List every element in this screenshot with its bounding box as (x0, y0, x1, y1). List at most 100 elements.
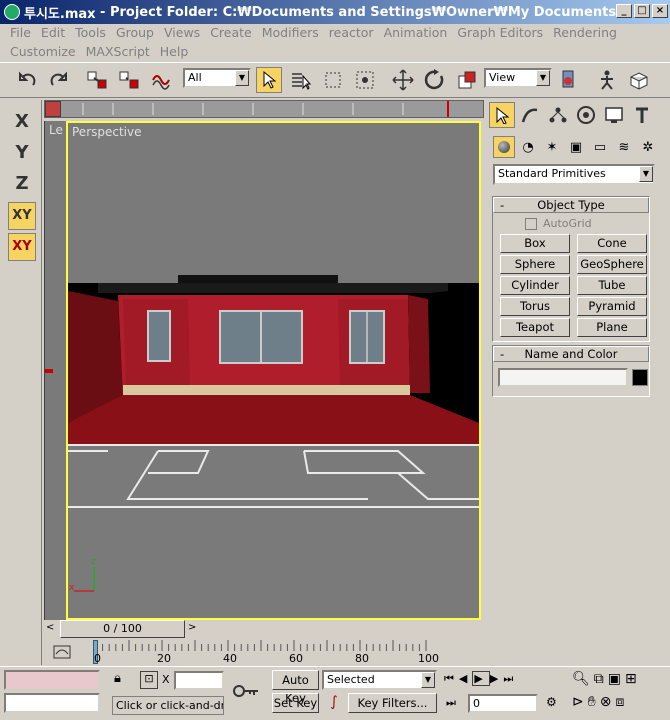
space-warps-category-icon[interactable]: ≋ (613, 136, 635, 158)
absolute-mode-icon[interactable]: ⊡ (140, 671, 158, 689)
mirror-icon[interactable] (594, 67, 620, 93)
menu-group[interactable]: Group (112, 24, 160, 42)
app-icon[interactable] (4, 4, 20, 20)
align-icon[interactable] (626, 67, 652, 93)
object-name-field[interactable] (498, 368, 628, 387)
minimize-button[interactable]: _ (616, 4, 632, 18)
name-and-color-header[interactable]: - Name and Color (493, 346, 649, 362)
sphere-button[interactable]: Sphere (500, 255, 570, 274)
maximize-viewport-icon[interactable]: ⧈ (615, 694, 628, 710)
object-category-dropdown[interactable]: Standard Primitives ▼ (493, 164, 655, 185)
lock-icon[interactable]: 🔒︎ (114, 671, 130, 689)
select-object-icon[interactable] (256, 67, 282, 93)
systems-category-icon[interactable]: ✲ (637, 136, 659, 158)
maximize-button[interactable]: □ (634, 4, 650, 18)
menu-maxscript[interactable]: MAXScript (82, 43, 156, 61)
object-color-swatch[interactable] (632, 369, 648, 386)
set-key-icon[interactable] (232, 681, 260, 701)
menu-rendering[interactable]: Rendering (549, 24, 623, 42)
chevron-down-icon[interactable]: ▼ (235, 70, 249, 86)
pivot-point-center-icon[interactable] (556, 67, 582, 93)
constrain-y-button[interactable]: Y (8, 139, 36, 167)
key-mode-toggle-icon[interactable]: ⏭︎ (446, 696, 456, 710)
window-crossing-icon[interactable] (352, 67, 378, 93)
zoom-extents-icon[interactable]: ▣ (608, 671, 625, 687)
helpers-category-icon[interactable]: ▭ (589, 136, 611, 158)
curve-editor-icon[interactable] (52, 644, 74, 660)
undo-icon[interactable] (14, 67, 40, 93)
torus-button[interactable]: Torus (500, 297, 570, 316)
menu-animation[interactable]: Animation (380, 24, 454, 42)
previous-frame-icon[interactable]: ◀︎ (459, 672, 472, 685)
constrain-xy-plane-button[interactable]: XY (8, 233, 36, 261)
menu-tools[interactable]: Tools (71, 24, 112, 42)
rectangular-selection-icon[interactable] (320, 67, 346, 93)
perspective-viewport[interactable]: z x Perspective (66, 121, 481, 620)
key-tangent-icon[interactable]: ∫ (324, 694, 344, 714)
teapot-button[interactable]: Teapot (500, 318, 570, 337)
menu-reactor[interactable]: reactor (325, 24, 380, 42)
select-and-rotate-icon[interactable] (422, 67, 448, 93)
tube-button[interactable]: Tube (577, 276, 647, 295)
menu-customize[interactable]: Customize (6, 43, 82, 61)
constrain-xy-button[interactable]: XY (8, 202, 36, 230)
pan-icon[interactable]: ✋︎ (588, 694, 600, 710)
zoom-extents-all-icon[interactable]: ⊞ (625, 671, 641, 687)
select-by-name-icon[interactable] (288, 67, 314, 93)
unlink-selection-icon[interactable] (116, 67, 142, 93)
close-button[interactable]: × (652, 4, 668, 18)
go-to-start-icon[interactable]: ⏮︎ (444, 672, 459, 685)
bind-to-space-warp-icon[interactable] (148, 67, 174, 93)
time-prev-icon[interactable]: < (46, 622, 54, 633)
cone-button[interactable]: Cone (577, 234, 647, 253)
menu-create[interactable]: Create (206, 24, 258, 42)
current-frame-field[interactable]: 0 (468, 694, 538, 713)
geosphere-button[interactable]: GeoSphere (577, 255, 647, 274)
shapes-category-icon[interactable]: ◔ (517, 136, 539, 158)
left-viewport[interactable]: Le (44, 121, 66, 620)
display-tab-icon[interactable] (601, 102, 627, 128)
chevron-down-icon[interactable]: ▼ (421, 672, 435, 688)
redo-icon[interactable] (46, 67, 72, 93)
coord-x-field[interactable] (174, 671, 224, 690)
modify-tab-icon[interactable] (517, 102, 543, 128)
next-frame-icon[interactable]: ▶︎ (490, 672, 503, 685)
key-filters-button[interactable]: Key Filters... (348, 693, 437, 713)
maxscript-output-mini[interactable] (4, 693, 100, 713)
cylinder-button[interactable]: Cylinder (500, 276, 570, 295)
plane-button[interactable]: Plane (577, 318, 647, 337)
menu-graph-editors[interactable]: Graph Editors (453, 24, 549, 42)
play-icon[interactable]: ▶︎ (472, 671, 490, 686)
select-and-move-icon[interactable] (390, 67, 416, 93)
constrain-z-button[interactable]: Z (8, 170, 36, 198)
cameras-category-icon[interactable]: ▣ (565, 136, 587, 158)
field-of-view-icon[interactable]: ⊳ (572, 694, 588, 710)
zoom-icon[interactable]: 🔍︎ (572, 671, 594, 687)
object-type-header[interactable]: - Object Type (493, 197, 649, 213)
menu-help[interactable]: Help (156, 43, 195, 61)
set-key-button[interactable]: Set Key (272, 693, 319, 713)
zoom-all-icon[interactable]: ⧉ (594, 671, 608, 687)
lights-category-icon[interactable]: ✶ (541, 136, 563, 158)
time-configuration-icon[interactable]: ⚙︎ (546, 695, 564, 713)
menu-views[interactable]: Views (160, 24, 206, 42)
motion-tab-icon[interactable] (573, 102, 599, 128)
track-bar[interactable] (44, 100, 484, 118)
pyramid-button[interactable]: Pyramid (577, 297, 647, 316)
menu-file[interactable]: File (6, 24, 37, 42)
viewport-label[interactable]: Perspective (72, 125, 142, 139)
hierarchy-tab-icon[interactable] (545, 102, 571, 128)
autogrid-checkbox[interactable] (525, 217, 537, 230)
time-slider[interactable]: 0 / 100 (60, 620, 185, 638)
time-next-icon[interactable]: > (188, 622, 196, 633)
chevron-down-icon[interactable]: ▼ (639, 166, 653, 182)
select-and-link-icon[interactable] (84, 67, 110, 93)
menu-edit[interactable]: Edit (37, 24, 71, 42)
selection-filter-dropdown[interactable]: All ▼ (183, 68, 251, 88)
geometry-category-icon[interactable] (493, 136, 515, 158)
reference-coordinate-dropdown[interactable]: View ▼ (484, 68, 552, 88)
go-to-end-icon[interactable]: ⏭︎ (503, 672, 518, 685)
menu-modifiers[interactable]: Modifiers (258, 24, 325, 42)
create-tab-icon[interactable] (489, 102, 515, 128)
box-button[interactable]: Box (500, 234, 570, 253)
